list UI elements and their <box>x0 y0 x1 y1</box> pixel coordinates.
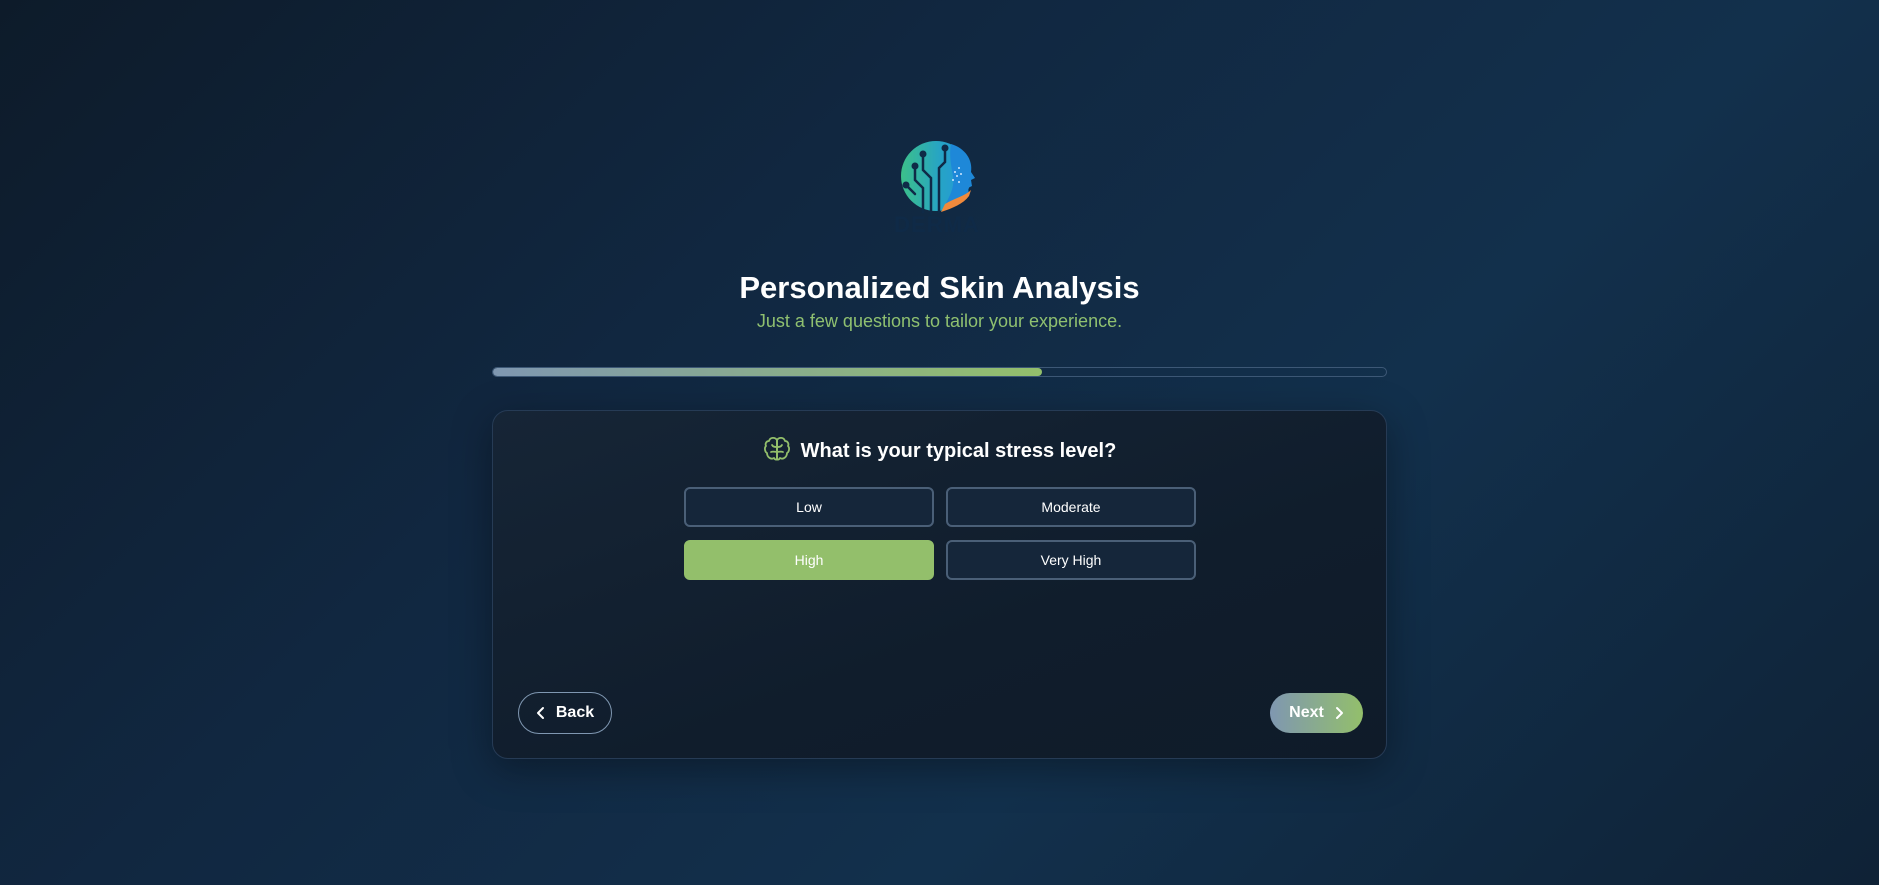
progress-bar <box>492 367 1387 377</box>
brain-icon <box>763 435 791 468</box>
option-moderate[interactable]: Moderate <box>946 487 1196 527</box>
back-button[interactable]: Back <box>518 692 612 734</box>
back-button-label: Back <box>555 704 595 721</box>
question-card: What is your typical stress level? Low M… <box>492 410 1387 759</box>
page-title: Personalized Skin Analysis <box>739 270 1140 305</box>
option-low[interactable]: Low <box>684 487 934 527</box>
next-button[interactable]: Next <box>1270 693 1363 733</box>
option-label: Very High <box>1040 552 1102 568</box>
progress-bar-fill <box>493 368 1043 376</box>
option-high[interactable]: High <box>684 540 934 580</box>
page-subtitle: Just a few questions to tailor your expe… <box>756 311 1123 331</box>
ai-face-circuit-logo-icon <box>901 141 975 216</box>
chevron-right-icon <box>1334 706 1344 720</box>
question-text: What is your typical stress level? <box>800 440 1117 462</box>
option-label: Low <box>796 499 822 515</box>
chevron-left-icon <box>536 706 546 720</box>
next-button-label: Next <box>1289 704 1324 721</box>
logo-text: DERMA <box>894 212 980 237</box>
option-very-high[interactable]: Very High <box>946 540 1196 580</box>
option-label: High <box>794 552 824 568</box>
options-grid: Low Moderate High Very High <box>684 487 1196 580</box>
logo: DERMA <box>893 138 981 242</box>
option-label: Moderate <box>1041 499 1101 515</box>
question-header: What is your typical stress level? <box>493 435 1386 468</box>
